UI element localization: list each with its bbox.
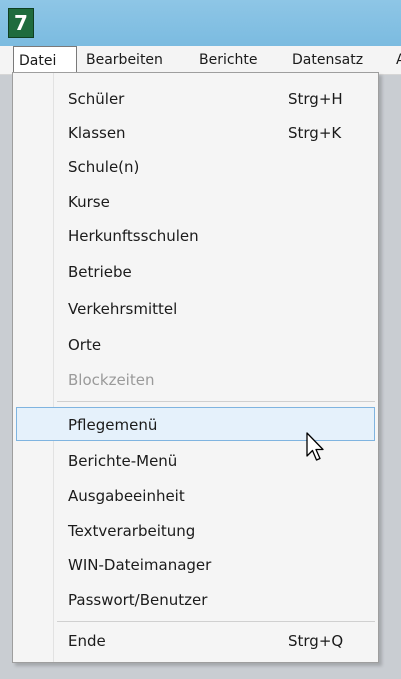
menu-item-label: Herkunftsschulen	[68, 227, 199, 245]
menu-datensatz[interactable]: Datensatz	[292, 46, 363, 74]
menu-berichte[interactable]: Berichte	[199, 46, 258, 74]
menu-item-label: Ende	[68, 632, 106, 650]
menu-item-textverarbeitung[interactable]: Textverarbeitung	[16, 514, 375, 548]
menu-item-label: Orte	[68, 336, 102, 354]
menu-item-verkehrsmittel[interactable]: Verkehrsmittel	[16, 292, 375, 326]
menu-item-label: Verkehrsmittel	[68, 300, 178, 318]
menu-item-kurse[interactable]: Kurse	[16, 185, 375, 219]
menu-item-label: WIN-Dateimanager	[68, 556, 212, 574]
menu-item-klassen[interactable]: Klassen Strg+K	[16, 116, 375, 150]
datei-dropdown-menu: Schüler Strg+H Klassen Strg+K Schule(n) …	[12, 72, 379, 663]
menu-bearbeiten[interactable]: Bearbeiten	[86, 46, 163, 74]
menu-separator	[57, 621, 375, 622]
menu-item-blockzeiten: Blockzeiten	[16, 363, 375, 397]
menu-item-label: Berichte-Menü	[68, 452, 178, 470]
menu-item-label: Klassen	[68, 124, 126, 142]
menu-item-label: Kurse	[68, 193, 110, 211]
menu-datei[interactable]: Datei	[13, 46, 77, 74]
menu-bar: Datei Bearbeiten Berichte Datensatz A	[0, 46, 401, 75]
menu-item-schulen[interactable]: Schule(n)	[16, 150, 375, 184]
menu-item-label: Schüler	[68, 90, 125, 108]
menu-item-label: Textverarbeitung	[68, 522, 196, 540]
title-bar: 7	[0, 0, 401, 46]
menu-item-schueler[interactable]: Schüler Strg+H	[16, 82, 375, 116]
menu-item-herkunftsschulen[interactable]: Herkunftsschulen	[16, 219, 375, 253]
menu-item-passwort-benutzer[interactable]: Passwort/Benutzer	[16, 583, 375, 617]
menu-separator	[57, 401, 375, 402]
menu-item-label: Blockzeiten	[68, 371, 155, 389]
menu-item-shortcut: Strg+H	[288, 90, 343, 108]
menu-item-betriebe[interactable]: Betriebe	[16, 255, 375, 289]
menu-item-ende[interactable]: Ende Strg+Q	[16, 624, 375, 658]
menu-item-label: Passwort/Benutzer	[68, 591, 208, 609]
menu-item-label: Betriebe	[68, 263, 132, 281]
menu-item-label: Pflegemenü	[68, 416, 158, 434]
menu-item-shortcut: Strg+K	[288, 124, 342, 142]
mouse-pointer-icon	[306, 432, 324, 461]
menu-item-label: Schule(n)	[68, 158, 140, 176]
menu-item-ausgabeeinheit[interactable]: Ausgabeeinheit	[16, 479, 375, 513]
menu-item-label: Ausgabeeinheit	[68, 487, 185, 505]
menu-item-shortcut: Strg+Q	[288, 632, 344, 650]
menu-item-orte[interactable]: Orte	[16, 328, 375, 362]
menu-item-win-dateimanager[interactable]: WIN-Dateimanager	[16, 548, 375, 582]
menu-truncated[interactable]: A	[396, 46, 401, 74]
app-icon[interactable]: 7	[8, 8, 34, 38]
